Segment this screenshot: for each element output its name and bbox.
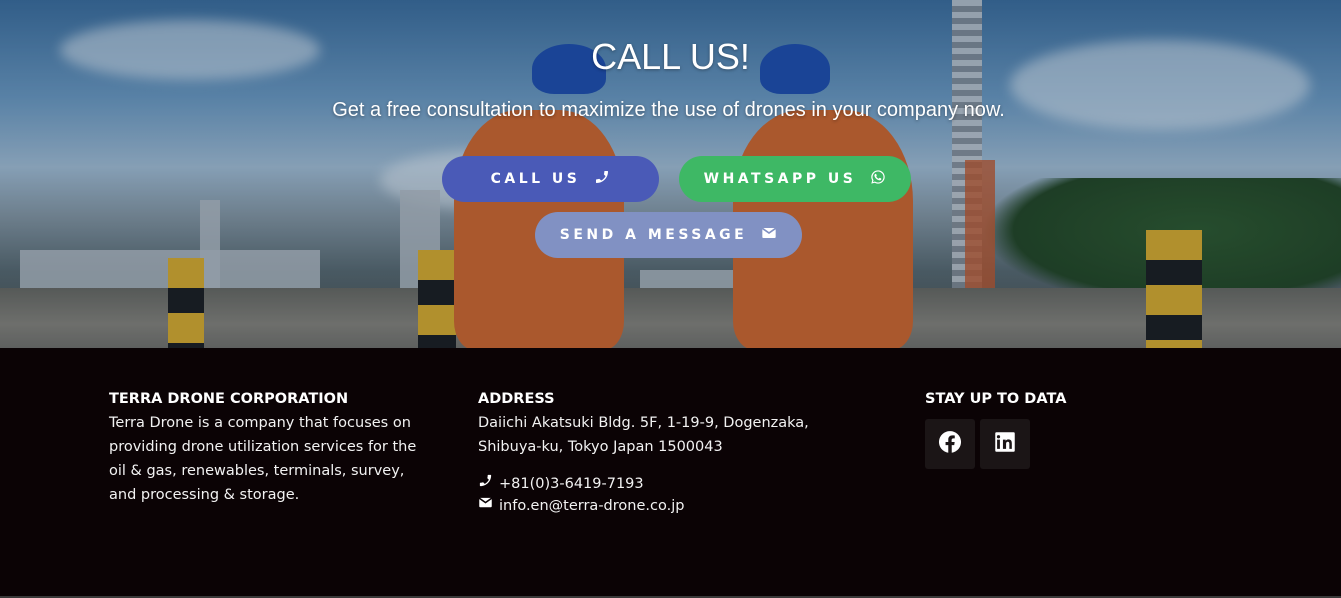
email-contact[interactable]: info.en@terra-drone.co.jp <box>478 495 818 517</box>
whatsapp-icon <box>870 169 886 189</box>
social-heading: STAY UP TO DATA <box>925 391 1067 407</box>
linkedin-icon <box>992 429 1018 459</box>
footer-address-column: ADDRESS Daiichi Akatsuki Bldg. 5F, 1-19-… <box>478 391 818 517</box>
phone-number: +81(0)3-6419-7193 <box>499 476 644 492</box>
phone-icon <box>478 473 493 495</box>
address-heading: ADDRESS <box>478 391 555 407</box>
linkedin-link[interactable] <box>980 419 1030 469</box>
company-heading: TERRA DRONE CORPORATION <box>109 391 349 407</box>
footer-social-column: STAY UP TO DATA <box>925 391 1145 469</box>
hero-subtitle: Get a free consultation to maximize the … <box>332 99 1005 121</box>
phone-icon <box>594 169 610 189</box>
send-message-button[interactable]: SEND A MESSAGE <box>535 212 802 258</box>
call-us-label: CALL US <box>490 171 581 187</box>
facebook-link[interactable] <box>925 419 975 469</box>
company-description: Terra Drone is a company that focuses on… <box>109 415 417 503</box>
envelope-icon <box>478 495 493 517</box>
email-address: info.en@terra-drone.co.jp <box>499 498 685 514</box>
hero-section: CALL US! Get a free consultation to maxi… <box>0 0 1341 348</box>
social-links <box>925 419 1145 469</box>
address-line-2: Shibuya-ku, Tokyo Japan 1500043 <box>478 439 723 455</box>
footer-company-column: TERRA DRONE CORPORATION Terra Drone is a… <box>109 391 419 507</box>
whatsapp-us-button[interactable]: WHATSAPP US <box>679 156 911 202</box>
envelope-icon <box>761 225 777 245</box>
facebook-icon <box>937 429 963 459</box>
whatsapp-us-label: WHATSAPP US <box>703 171 857 187</box>
call-us-button[interactable]: CALL US <box>442 156 659 202</box>
hero-title: CALL US! <box>591 36 750 77</box>
phone-contact[interactable]: +81(0)3-6419-7193 <box>478 473 818 495</box>
site-footer: TERRA DRONE CORPORATION Terra Drone is a… <box>0 348 1341 598</box>
send-message-label: SEND A MESSAGE <box>559 227 748 243</box>
address-line-1: Daiichi Akatsuki Bldg. 5F, 1-19-9, Dogen… <box>478 415 809 431</box>
